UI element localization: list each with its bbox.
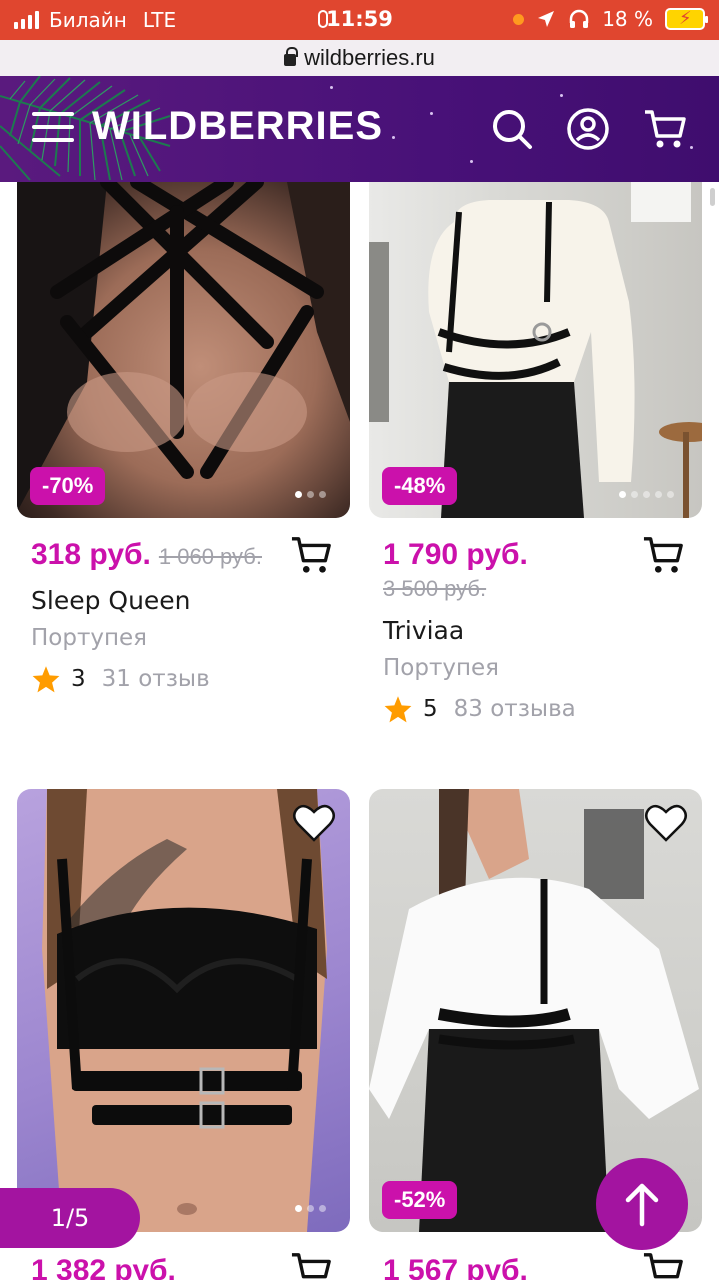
image-dots [295,1205,326,1212]
current-price: 318 руб. [31,538,151,571]
cart-icon[interactable] [642,106,688,152]
product-category: Портупея [383,655,499,681]
discount-badge: -52% [382,1181,458,1219]
discount-badge: -48% [382,467,458,505]
product-brand[interactable]: Sleep Queen [17,586,350,615]
star-icon [32,666,60,693]
page-indicator[interactable]: 1/5 [0,1188,140,1248]
old-price: 3 500 руб. [383,576,487,601]
snow-sparkle [690,146,693,149]
price-row: 1 790 руб. 3 500 руб. [369,537,702,602]
price-row: 1 382 руб. [17,1253,350,1280]
snow-sparkle [470,160,473,163]
old-price: 1 060 руб. [158,544,262,569]
snow-sparkle [560,94,563,97]
scroll-to-top-button[interactable] [596,1158,688,1250]
add-to-cart-icon[interactable] [290,1250,334,1280]
image-dots [619,491,674,498]
snow-sparkle [430,112,433,115]
heart-icon[interactable] [644,803,688,843]
arrow-up-icon [625,1183,659,1227]
status-bar: Билайн LTE 11:59 18 % ⚡ [0,0,719,40]
current-price: 1 790 руб. [383,538,528,571]
price-row: 1 567 руб. [369,1253,702,1280]
add-to-cart-icon[interactable] [642,1250,686,1280]
recording-dot-icon [513,13,525,25]
product-rating: 5 83 отзыва [369,695,702,723]
lock-icon [284,47,299,66]
discount-badge: -70% [30,467,106,505]
price-row: 318 руб. 1 060 руб. [17,537,350,573]
add-to-cart-icon[interactable] [642,534,686,576]
reviews-count[interactable]: 83 отзыва [454,696,576,722]
search-icon[interactable] [489,106,535,152]
product-image[interactable]: -48% [369,182,702,518]
snow-sparkle [392,136,395,139]
current-price: 1 567 руб. [383,1254,528,1280]
product-card[interactable]: -70% 318 руб. 1 060 руб. Sleep Queen Порт… [17,182,350,693]
product-photo-illustration [42,789,327,1232]
star-icon [384,696,412,723]
url-text: wildberries.ru [304,45,435,70]
current-price: 1 382 руб. [31,1254,176,1280]
product-card[interactable]: -48% 1 790 руб. 3 500 руб. Triviaa Порту… [369,182,702,723]
snow-sparkle [330,86,333,89]
product-image[interactable]: -70% [17,182,350,518]
site-logo[interactable]: WILDBERRIES [92,104,383,149]
site-header: WILDBERRIES [0,76,719,182]
battery-percent: 18 % [602,7,653,31]
address-bar[interactable]: wildberries.ru [0,40,719,76]
rating-value: 5 [423,696,438,722]
product-brand[interactable]: Triviaa [369,616,702,645]
rating-value: 3 [71,666,86,692]
product-category: Портупея [31,625,147,651]
image-dots [295,491,326,498]
battery-icon: ⚡ [665,8,708,30]
product-rating: 3 31 отзыв [17,665,350,693]
user-icon[interactable] [565,106,611,152]
status-icons: 18 % ⚡ [513,7,708,31]
page-scrollbar[interactable] [710,188,715,206]
reviews-count[interactable]: 31 отзыв [102,666,210,692]
hamburger-menu-icon[interactable] [32,112,74,144]
headphones-icon [569,9,589,28]
add-to-cart-icon[interactable] [290,534,334,576]
heart-icon[interactable] [292,803,336,843]
location-icon [538,11,555,27]
product-image[interactable] [17,789,350,1232]
